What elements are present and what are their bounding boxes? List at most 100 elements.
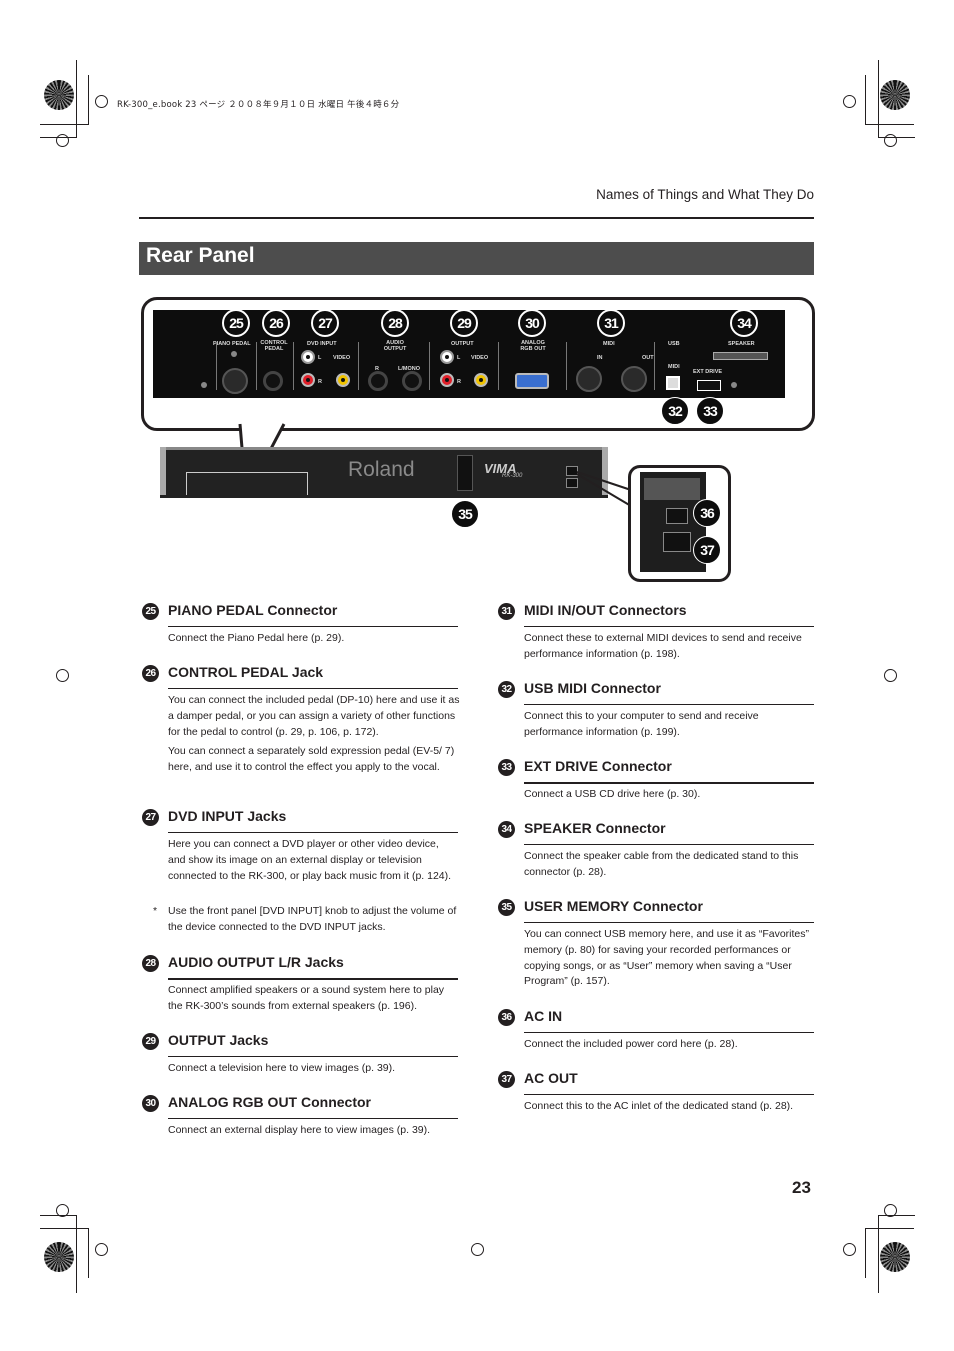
- usb-midi-connector: [666, 376, 680, 390]
- callout-number: 29: [450, 309, 478, 337]
- callout-number: 30: [518, 309, 546, 337]
- dvd-input-l-jack: [301, 350, 315, 364]
- left-column: 25 PIANO PEDAL Connector Connect the Pia…: [142, 602, 460, 1144]
- screw-icon: [201, 382, 207, 388]
- item-number: 25: [142, 603, 159, 620]
- item-description: Connect a USB CD drive here (p. 30).: [524, 788, 701, 800]
- label-midi: MIDI: [603, 341, 615, 347]
- item-35: 35 USER MEMORY Connector You can connect…: [498, 898, 814, 1008]
- item-description: Connect these to external MIDI devices t…: [524, 632, 802, 660]
- registration-target-icon: [843, 1243, 856, 1256]
- registration-target-icon: [884, 1204, 897, 1217]
- item-number: 37: [498, 1071, 515, 1088]
- item-heading: AUDIO OUTPUT L/R Jacks: [168, 954, 344, 970]
- item-number: 36: [498, 1009, 515, 1026]
- label-usb: USB: [668, 341, 680, 347]
- item-heading: SPEAKER Connector: [524, 820, 666, 836]
- output-l-jack: [440, 350, 454, 364]
- label-out: OUT: [642, 355, 654, 361]
- item-number: 28: [142, 955, 159, 972]
- screw-icon: [731, 382, 737, 388]
- item-heading: AC IN: [524, 1008, 563, 1024]
- item-heading: PIANO PEDAL Connector: [168, 602, 338, 618]
- item-25: 25 PIANO PEDAL Connector Connect the Pia…: [142, 602, 458, 664]
- callout-number: 26: [262, 309, 290, 337]
- item-description: Connect the Piano Pedal here (p. 29).: [168, 632, 345, 644]
- header-rule: [139, 217, 814, 219]
- label-speaker: SPEAKER: [728, 341, 755, 347]
- audio-output-r-jack: [368, 371, 388, 391]
- registration-target-icon: [471, 1243, 484, 1256]
- model-name: RK-300: [502, 473, 523, 479]
- item-heading: USER MEMORY Connector: [524, 898, 703, 914]
- callout-number: 31: [597, 309, 625, 337]
- dvd-input-r-jack: [301, 373, 315, 387]
- label-analog-rgb-out: ANALOG RGB OUT: [520, 340, 546, 352]
- label-video: VIDEO: [471, 355, 489, 361]
- callout-number: 28: [381, 309, 409, 337]
- callout-number: 36: [693, 499, 721, 527]
- label-output: OUTPUT: [451, 341, 474, 347]
- item-heading: DVD INPUT Jacks: [168, 808, 287, 824]
- label-r: R: [457, 379, 461, 385]
- item-number: 26: [142, 665, 159, 682]
- item-number: 32: [498, 681, 515, 698]
- midi-out-connector: [621, 366, 647, 392]
- item-heading: AC OUT: [524, 1070, 578, 1086]
- label-l: L: [457, 355, 461, 361]
- item-30: 30 ANALOG RGB OUT Connector Connect an e…: [142, 1094, 458, 1144]
- print-slug: RK-300_e.book 23 ページ ２００８年９月１０日 水曜日 午後４時…: [117, 100, 400, 110]
- label-ext-drive: EXT DRIVE: [693, 369, 723, 375]
- callout-number: 32: [661, 397, 689, 425]
- callout-number: 35: [451, 500, 479, 528]
- item-description: You can connect USB memory here, and use…: [524, 928, 809, 988]
- registration-target-icon: [56, 669, 69, 682]
- output-video-jack: [474, 373, 488, 387]
- item-heading: OUTPUT Jacks: [168, 1032, 269, 1048]
- control-pedal-jack: [263, 371, 283, 391]
- item-number: 29: [142, 1033, 159, 1050]
- right-column: 31 MIDI IN/OUT Connectors Connect these …: [498, 602, 814, 1120]
- label-control-pedal: CONTROL PEDAL: [260, 340, 288, 352]
- item-description: Connect this to the AC inlet of the dedi…: [524, 1100, 794, 1112]
- callout-number: 33: [696, 397, 724, 425]
- label-l: L: [318, 355, 322, 361]
- item-28: 28 AUDIO OUTPUT L/R Jacks Connect amplif…: [142, 954, 458, 1032]
- item-description: Connect an external display here to view…: [168, 1124, 431, 1136]
- registration-target-icon: [95, 1243, 108, 1256]
- item-33: 33 EXT DRIVE Connector Connect a USB CD …: [498, 758, 814, 820]
- item-36: 36 AC IN Connect the included power cord…: [498, 1008, 814, 1070]
- screw-icon: [231, 351, 237, 357]
- item-26: 26 CONTROL PEDAL Jack You can connect th…: [142, 664, 460, 808]
- output-r-jack: [440, 373, 454, 387]
- label-r: R: [318, 379, 322, 385]
- item-32: 32 USB MIDI Connector Connect this to yo…: [498, 680, 814, 758]
- item-31: 31 MIDI IN/OUT Connectors Connect these …: [498, 602, 814, 680]
- item-37: 37 AC OUT Connect this to the AC inlet o…: [498, 1070, 814, 1120]
- audio-output-l-mono-jack: [402, 371, 422, 391]
- item-27: 27 DVD INPUT Jacks Here you can connect …: [142, 808, 458, 954]
- label-video: VIDEO: [333, 355, 351, 361]
- ac-out-socket: [663, 532, 691, 552]
- registration-target-icon: [884, 134, 897, 147]
- item-description: Connect the included power cord here (p.…: [524, 1038, 738, 1050]
- label-piano-pedal: PIANO PEDAL: [213, 341, 251, 347]
- item-number: 35: [498, 899, 515, 916]
- piano-pedal-connector: [222, 368, 248, 394]
- callout-number: 25: [222, 309, 250, 337]
- inset-pointer: [576, 471, 632, 507]
- item-description: Here you can connect a DVD player or oth…: [168, 838, 452, 882]
- item-heading: MIDI IN/OUT Connectors: [524, 602, 687, 618]
- color-registration-icon: [880, 80, 910, 110]
- warning-label: [644, 478, 700, 500]
- registration-target-icon: [56, 134, 69, 147]
- item-description: You can connect the included pedal (DP-1…: [168, 694, 460, 738]
- midi-in-connector: [576, 366, 602, 392]
- item-number: 27: [142, 809, 159, 826]
- registration-target-icon: [95, 95, 108, 108]
- connector-area-outline: [186, 472, 308, 495]
- item-34: 34 SPEAKER Connector Connect the speaker…: [498, 820, 814, 898]
- callout-number: 27: [311, 309, 339, 337]
- color-registration-icon: [44, 1242, 74, 1272]
- item-number: 31: [498, 603, 515, 620]
